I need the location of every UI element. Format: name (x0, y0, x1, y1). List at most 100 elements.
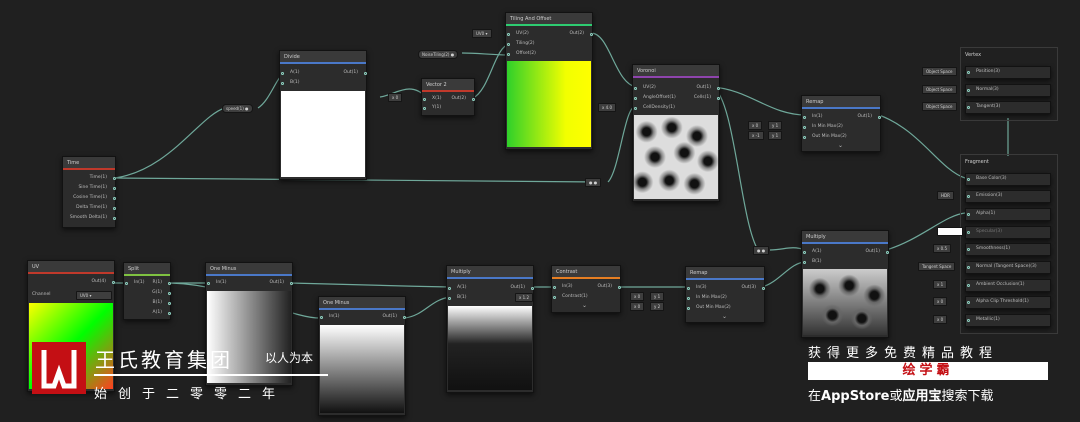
output-port[interactable]: Out(2) (451, 95, 475, 103)
vertex-normal-port[interactable]: Normal(3) (965, 84, 1051, 97)
time-node[interactable]: Time Time(1) Sine Time(1) Cosine Time(1)… (62, 156, 116, 228)
input-port[interactable]: X(1) (423, 95, 441, 103)
output-port[interactable]: Out(1) (343, 69, 367, 77)
input-port[interactable]: UV(2) (507, 30, 529, 38)
input-port[interactable]: In Min Max(2) (687, 294, 727, 302)
space-select[interactable]: Object Space (922, 102, 957, 111)
output-port[interactable]: B(1) (153, 299, 171, 307)
input-port[interactable]: B(1) (448, 294, 466, 302)
input-port[interactable]: A(1) (803, 248, 821, 256)
input-port[interactable]: B(1) (803, 258, 821, 266)
voronoi-node[interactable]: Voronoi UV(2) AngleOffset(1) CellDensity… (632, 64, 720, 202)
input-port[interactable]: Offset(2) (507, 50, 536, 58)
output-port[interactable]: Out(3) (741, 284, 765, 292)
out-max-field[interactable]: y 1 (768, 131, 783, 140)
output-port[interactable]: Out(4) (91, 278, 115, 286)
vector2-node[interactable]: Vector 2 X(1) Y(1) Out(2) (421, 78, 475, 116)
input-port[interactable]: Out Min Max(2) (803, 133, 847, 141)
in-max-field[interactable]: y 1 (768, 121, 783, 130)
collapse-chevron-icon[interactable]: ⌄ (722, 313, 727, 320)
output-port[interactable]: Out(1) (696, 84, 720, 92)
input-port[interactable]: Out Min Max(2) (687, 304, 731, 312)
input-port[interactable]: CellDensity(1) (634, 104, 675, 112)
split-node[interactable]: Split In(1) R(1) G(1) B(1) A(1) (123, 262, 171, 320)
input-port[interactable]: AngleOffset(1) (634, 94, 676, 102)
output-port[interactable]: Out(2) (569, 30, 593, 38)
reroute-node[interactable]: ● ● (753, 246, 770, 255)
input-port[interactable]: UV(2) (634, 84, 656, 92)
output-port[interactable]: Out(1) (269, 279, 293, 287)
output-port[interactable]: Out(1) (857, 113, 881, 121)
out-min-field[interactable]: x -1 (748, 131, 764, 140)
channel-select[interactable]: UV0 ▾ (76, 291, 112, 300)
in-min-field[interactable]: x 0 (748, 121, 763, 130)
ao-field[interactable]: x 1 (933, 280, 948, 289)
noise-tiling-property[interactable]: NoiseTiling(2) ● (418, 50, 459, 59)
input-port[interactable]: A(1) (448, 284, 466, 292)
fragment-port[interactable]: Alpha Clip Threshold(1) (965, 296, 1051, 309)
input-port[interactable]: Tiling(2) (507, 40, 534, 48)
uv-channel-select[interactable]: UV0 ▾ (472, 29, 492, 38)
output-port[interactable]: Delta Time(1) (76, 204, 116, 212)
fragment-port[interactable]: Ambient Occlusion(1) (965, 279, 1051, 292)
input-port[interactable]: In(1) (125, 279, 145, 287)
input-port[interactable]: Y(1) (423, 104, 441, 112)
output-port[interactable]: Out(1) (382, 313, 406, 321)
in-max-field[interactable]: y 1 (650, 292, 665, 301)
contrast-node[interactable]: Contrast In(3) Contrast(1) Out(3) ⌄ (551, 265, 621, 313)
multiply-node-2[interactable]: Multiply A(1) B(1) Out(1) (801, 230, 889, 338)
fragment-port[interactable]: Alpha(1) (965, 208, 1051, 221)
output-port[interactable]: Cells(1) (694, 94, 720, 102)
vertex-tangent-port[interactable]: Tangent(3) (965, 101, 1051, 114)
input-port[interactable]: In(1) (320, 313, 340, 321)
output-port[interactable]: Sine Time(1) (78, 184, 116, 192)
output-port[interactable]: Out(1) (510, 284, 534, 292)
fragment-port[interactable]: Normal (Tangent Space)(3) (965, 261, 1051, 274)
fragment-port[interactable]: Specular(3) (965, 226, 1051, 239)
angle-offset-field[interactable]: x 4.0 (598, 103, 617, 112)
input-port[interactable]: In(1) (207, 279, 227, 287)
input-port[interactable]: In(3) (687, 284, 707, 292)
fragment-port[interactable]: Metallic(1) (965, 314, 1051, 327)
collapse-chevron-icon[interactable]: ⌄ (582, 302, 587, 309)
input-port[interactable]: B(1) (281, 79, 299, 87)
output-port[interactable]: Time(1) (90, 174, 116, 182)
output-port[interactable]: Out(3) (597, 283, 621, 291)
specular-color-field[interactable] (937, 227, 963, 236)
output-port[interactable]: Smooth Delta(1) (70, 214, 116, 222)
space-select[interactable]: Object Space (922, 85, 957, 94)
one-minus-node-2[interactable]: One Minus In(1) Out(1) (318, 296, 406, 416)
fragment-port[interactable]: Base Color(3) (965, 173, 1051, 186)
input-port[interactable]: Contrast(1) (553, 293, 588, 301)
output-port[interactable]: Out(1) (865, 248, 889, 256)
input-port[interactable]: A(1) (281, 69, 299, 77)
smoothness-field[interactable]: x 0.5 (933, 244, 952, 253)
alpha-clip-field[interactable]: x 0 (933, 297, 948, 306)
reroute-node[interactable]: ● ● (585, 178, 602, 187)
fragment-port[interactable]: Emission(3) (965, 190, 1051, 203)
emission-hdr-field[interactable]: HDR (937, 191, 954, 200)
tiling-offset-node[interactable]: Tiling And Offset UV(2) Tiling(2) Offset… (505, 12, 593, 150)
input-port[interactable]: In Min Max(2) (803, 123, 843, 131)
collapse-chevron-icon[interactable]: ⌄ (838, 142, 843, 149)
output-port[interactable]: A(1) (153, 309, 171, 317)
output-port[interactable]: R(1) (152, 279, 171, 287)
in-min-field[interactable]: x 0 (630, 292, 645, 301)
output-port[interactable]: G(1) (152, 289, 171, 297)
vector2-x-field[interactable]: x 0 (388, 93, 403, 102)
input-port[interactable]: In(3) (553, 283, 573, 291)
remap-node-top[interactable]: Remap In(1) In Min Max(2) Out Min Max(2)… (801, 95, 881, 152)
vertex-position-port[interactable]: Position(3) (965, 66, 1051, 79)
space-select[interactable]: Object Space (922, 67, 957, 76)
fragment-port[interactable]: Smoothness(1) (965, 243, 1051, 256)
remap-node-bottom[interactable]: Remap In(3) In Min Max(2) Out Min Max(2)… (685, 266, 765, 323)
input-port[interactable]: In(1) (803, 113, 823, 121)
metallic-field[interactable]: x 0 (933, 315, 948, 324)
multiply-node[interactable]: Multiply A(1) B(1) Out(1) (446, 265, 534, 393)
out-max-field[interactable]: y 2 (650, 302, 665, 311)
out-min-field[interactable]: x 0 (630, 302, 645, 311)
output-port[interactable]: Cosine Time(1) (73, 194, 116, 202)
divide-node[interactable]: Divide A(1) B(1) Out(1) (279, 50, 367, 180)
speed-property[interactable]: speed(1) ● (222, 104, 253, 113)
multiply-b-field[interactable]: x 1.2 (515, 293, 534, 302)
